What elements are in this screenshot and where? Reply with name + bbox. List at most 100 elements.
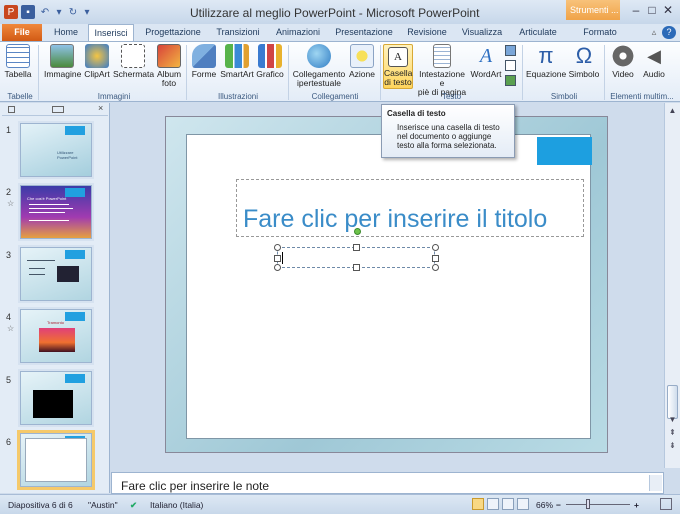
chart-button[interactable]: Grafico	[256, 44, 284, 79]
next-slide-icon[interactable]: ⇟	[666, 439, 679, 452]
animation-star-icon: ☆	[7, 324, 15, 333]
slide-thumbnail-selected[interactable]	[20, 433, 92, 487]
slide-thumbnail[interactable]: Che cos'è PowerPoint	[20, 185, 92, 239]
object-button[interactable]	[505, 75, 519, 86]
customize-qat-icon[interactable]: ▾	[83, 5, 91, 19]
tab-transitions[interactable]: Transizioni	[210, 24, 266, 41]
tab-articulate[interactable]: Articulate	[512, 24, 564, 41]
video-button[interactable]: Video	[608, 44, 638, 79]
slide-canvas[interactable]: Fare clic per inserire il titolo	[165, 116, 608, 453]
vertical-scrollbar[interactable]: ▲ ▼ ⇞ ⇟	[664, 103, 680, 468]
fit-to-window-icon[interactable]	[660, 498, 672, 510]
slide-image	[39, 328, 75, 352]
resize-handle[interactable]	[274, 244, 281, 251]
quick-access-toolbar: P ▪ ↶ ▾ ↻ ▾	[4, 4, 91, 20]
clipart-icon	[85, 44, 109, 68]
date-time-button[interactable]	[505, 45, 519, 56]
zoom-in-icon[interactable]: +	[634, 500, 639, 510]
slide-thumbnail[interactable]	[20, 247, 92, 301]
screenshot-button[interactable]: Schermata	[113, 44, 154, 79]
tab-view[interactable]: Visualizza	[456, 24, 508, 41]
slide-thumbnail[interactable]: Utilizzare PowerPoint	[20, 123, 92, 177]
wordart-button[interactable]: A WordArt	[470, 44, 502, 79]
symbol-button[interactable]: Ω Simbolo	[568, 44, 600, 79]
slides-pane: × 1 Utilizzare PowerPoint 2 ☆ Che cos'è …	[0, 103, 110, 493]
redo-icon[interactable]: ↻	[66, 5, 80, 19]
zoom-slider[interactable]	[566, 504, 630, 505]
save-icon[interactable]: ▪	[21, 5, 35, 19]
context-tab-drawing-tools[interactable]: Strumenti ...	[566, 0, 620, 20]
tooltip-body: Inserisce una casella di testo nel docum…	[397, 123, 500, 150]
slide-thumbnail[interactable]	[20, 371, 92, 425]
resize-handle[interactable]	[432, 264, 439, 271]
reading-view-icon[interactable]	[502, 498, 514, 510]
slideshow-icon[interactable]	[517, 498, 529, 510]
slide-number: 2	[6, 187, 12, 197]
rotation-handle[interactable]	[354, 228, 361, 235]
help-icon[interactable]: ?	[662, 26, 676, 39]
tab-file[interactable]: File	[2, 24, 42, 41]
clipart-button[interactable]: ClipArt	[82, 44, 112, 79]
chart-icon	[258, 44, 282, 68]
zoom-level[interactable]: 66%	[536, 500, 553, 510]
undo-dropdown-icon[interactable]: ▾	[55, 5, 63, 19]
slide-number: 4	[6, 312, 12, 322]
zoom-out-icon[interactable]: −	[556, 500, 561, 510]
tab-review[interactable]: Revisione	[402, 24, 452, 41]
slide-number-button[interactable]	[505, 60, 519, 71]
photo-album-button[interactable]: Album foto	[155, 44, 183, 88]
photo-album-icon	[157, 44, 181, 68]
previous-slide-icon[interactable]: ⇞	[666, 426, 679, 439]
group-separator	[38, 45, 39, 100]
language[interactable]: Italiano (Italia)	[150, 500, 203, 510]
resize-handle[interactable]	[432, 244, 439, 251]
minimize-ribbon-icon[interactable]: ▵	[648, 24, 660, 41]
resize-handle[interactable]	[353, 264, 360, 271]
action-button[interactable]: Azione	[347, 44, 377, 79]
tab-insert[interactable]: Inserisci	[88, 24, 134, 41]
slides-tab-icon[interactable]	[8, 106, 15, 113]
group-separator	[522, 45, 523, 100]
new-text-box[interactable]	[274, 228, 439, 271]
tab-slideshow[interactable]: Presentazione	[330, 24, 398, 41]
slides-pane-header: ×	[2, 103, 108, 116]
shapes-button[interactable]: Forme	[190, 44, 218, 79]
header-footer-button[interactable]: Intestazione e piè di pagina	[416, 44, 468, 97]
close-pane-icon[interactable]: ×	[98, 103, 103, 113]
spellcheck-icon[interactable]: ✔	[130, 500, 137, 511]
undo-icon[interactable]: ↶	[38, 5, 52, 19]
tab-format[interactable]: Formato	[570, 24, 630, 41]
tab-animations[interactable]: Animazioni	[270, 24, 326, 41]
ribbon: Tabella Tabelle Immagine ClipArt Scherma…	[0, 41, 680, 102]
group-separator	[604, 45, 605, 100]
slide-counter: Diapositiva 6 di 6	[8, 500, 73, 510]
slide-accent-strip	[65, 312, 85, 321]
resize-handle[interactable]	[274, 255, 281, 262]
picture-button[interactable]: Immagine	[44, 44, 81, 79]
action-star-icon	[350, 44, 374, 68]
scroll-up-icon[interactable]: ▲	[666, 104, 679, 117]
notes-pane[interactable]: Fare clic per inserire le note	[111, 472, 664, 494]
resize-handle[interactable]	[432, 255, 439, 262]
table-button[interactable]: Tabella	[4, 44, 32, 79]
hyperlink-button[interactable]: Collegamento ipertestuale	[292, 44, 346, 88]
scroll-down-icon[interactable]: ▼	[666, 413, 679, 426]
text-box-button[interactable]: A Casella di testo	[383, 44, 413, 89]
close-button[interactable]: ✕	[656, 2, 680, 18]
tab-design[interactable]: Progettazione	[140, 24, 206, 41]
notes-scrollbar[interactable]	[649, 475, 662, 491]
audio-button[interactable]: ◀ Audio	[640, 44, 668, 79]
resize-handle[interactable]	[274, 264, 281, 271]
title-placeholder[interactable]: Fare clic per inserire il titolo	[236, 179, 584, 237]
zoom-slider-thumb[interactable]	[586, 499, 590, 509]
smartart-button[interactable]: SmartArt	[220, 44, 254, 79]
tab-home[interactable]: Home	[48, 24, 84, 41]
resize-handle[interactable]	[353, 244, 360, 251]
slide-thumbnail[interactable]: Tramonto	[20, 309, 92, 363]
slide-number: 1	[6, 125, 12, 135]
equation-button[interactable]: π Equazione	[526, 44, 566, 79]
slide-sorter-icon[interactable]	[487, 498, 499, 510]
normal-view-icon[interactable]	[472, 498, 484, 510]
outline-tab-icon[interactable]	[52, 106, 64, 113]
table-icon	[6, 44, 30, 68]
